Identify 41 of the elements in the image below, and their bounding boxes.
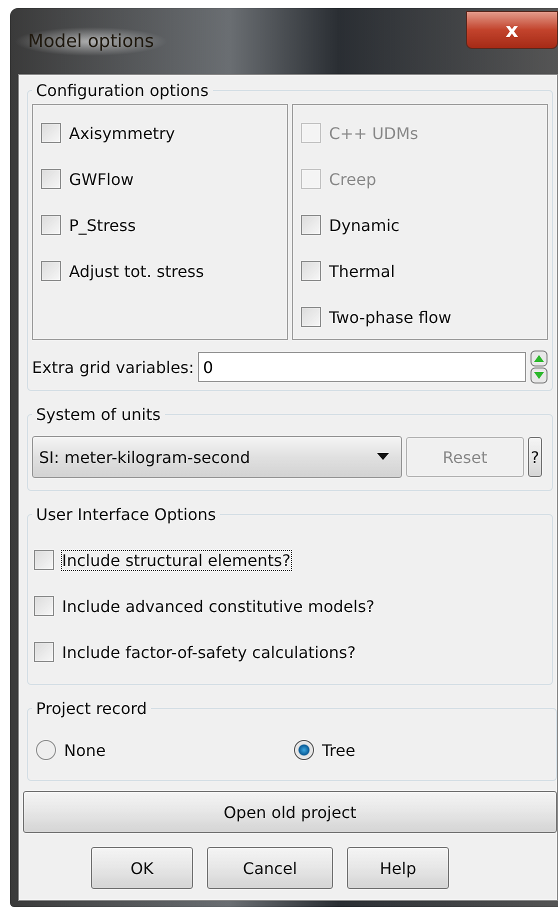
checkbox-label: Include structural elements? bbox=[62, 550, 291, 570]
group-label: User Interface Options bbox=[35, 505, 218, 524]
checkbox-label: C++ UDMs bbox=[329, 124, 418, 142]
checkbox[interactable] bbox=[34, 642, 54, 662]
help-button[interactable]: ? bbox=[528, 437, 542, 477]
checkbox-label: Adjust tot. stress bbox=[69, 262, 204, 280]
caret-icon bbox=[377, 453, 389, 461]
radio-button[interactable] bbox=[294, 740, 314, 760]
checkbox[interactable] bbox=[301, 215, 321, 235]
checkbox[interactable] bbox=[301, 307, 321, 327]
checkbox[interactable] bbox=[41, 261, 61, 281]
dialog-button[interactable]: Help bbox=[347, 847, 449, 889]
radio-label: Tree bbox=[322, 740, 356, 760]
checkbox-label: Include factor-of-safety calculations? bbox=[62, 642, 356, 662]
checkbox[interactable] bbox=[34, 596, 54, 616]
checkbox[interactable] bbox=[34, 550, 54, 570]
checkbox[interactable] bbox=[41, 123, 61, 143]
checkbox-label: GWFlow bbox=[69, 170, 134, 188]
dialog-button[interactable]: Cancel bbox=[207, 847, 333, 889]
checkbox-label: P_Stress bbox=[69, 216, 136, 234]
checkbox[interactable] bbox=[41, 215, 61, 235]
field-label: Extra grid variables: bbox=[32, 358, 194, 376]
dialog-button[interactable]: OK bbox=[91, 847, 193, 889]
checkbox[interactable] bbox=[41, 169, 61, 189]
open-project-button[interactable]: Open old project bbox=[23, 791, 557, 833]
checkbox-label: Thermal bbox=[329, 262, 395, 280]
group-label: Project record bbox=[35, 699, 148, 718]
radio-label: None bbox=[64, 740, 106, 760]
group-label: System of units bbox=[35, 405, 162, 424]
number-field[interactable]: 0 bbox=[198, 352, 526, 382]
checkbox-label: Dynamic bbox=[329, 216, 400, 234]
checkbox-label: Include advanced constitutive models? bbox=[62, 596, 375, 616]
checkbox-label: Two-phase flow bbox=[329, 308, 452, 326]
group-label: Configuration options bbox=[35, 81, 210, 100]
units-dropdown[interactable]: SI: meter-kilogram-second bbox=[32, 436, 402, 478]
checkbox-label: Creep bbox=[329, 170, 376, 188]
spinner-icon[interactable] bbox=[530, 350, 548, 384]
close-button[interactable]: x bbox=[466, 11, 558, 49]
checkbox-label: Axisymmetry bbox=[69, 124, 175, 142]
radio-button[interactable] bbox=[36, 740, 56, 760]
checkbox[interactable] bbox=[301, 261, 321, 281]
